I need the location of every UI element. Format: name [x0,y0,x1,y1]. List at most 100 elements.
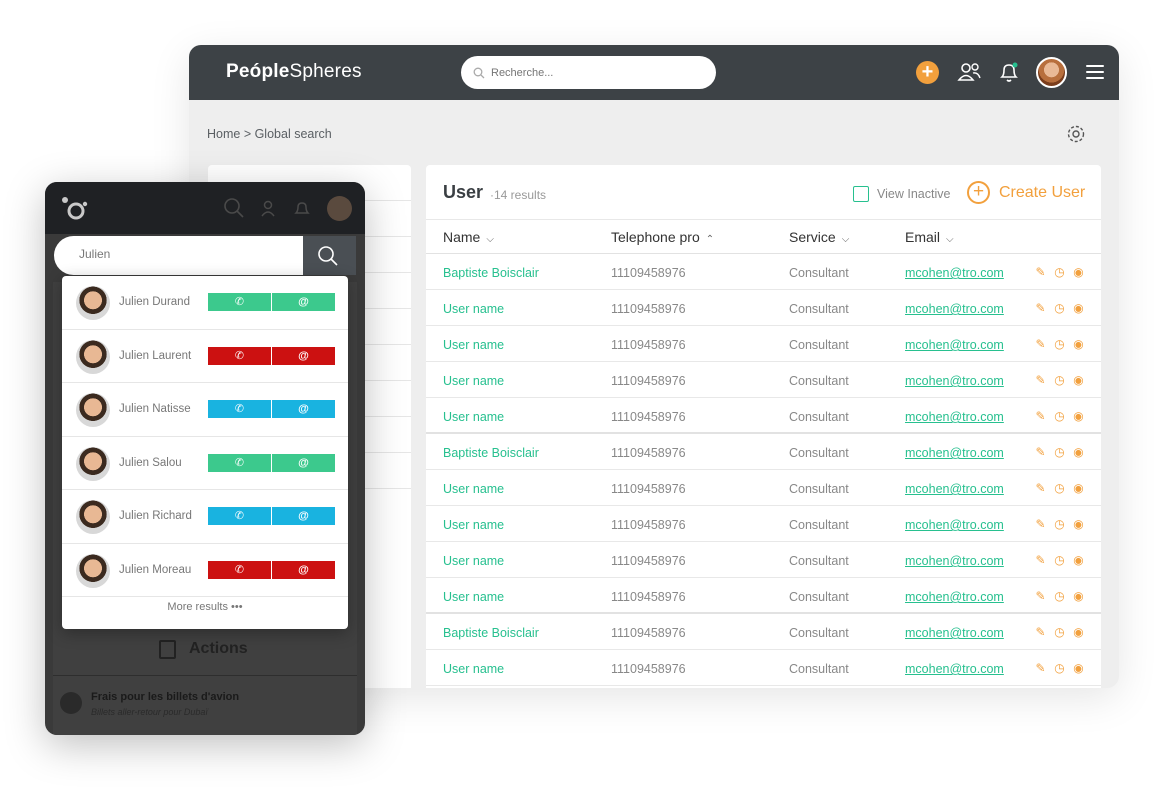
email-link[interactable]: mcohen@tro.com [905,626,1004,640]
users-icon[interactable] [259,197,281,219]
history-icon[interactable]: ◷ [1053,265,1066,279]
menu-icon[interactable] [1086,65,1104,79]
avatar[interactable] [327,196,352,221]
history-icon[interactable]: ◷ [1053,625,1066,639]
column-service[interactable]: Service ⌵ [789,229,849,245]
bell-icon[interactable] [291,197,313,219]
edit-icon[interactable]: ✎ [1034,409,1047,423]
history-icon[interactable]: ◷ [1053,373,1066,387]
edit-icon[interactable]: ✎ [1034,625,1047,639]
call-button[interactable]: ✆ [208,560,272,579]
history-icon[interactable]: ◷ [1053,661,1066,675]
list-item[interactable]: Julien Natisse ✆ @ [62,383,348,437]
user-name-link[interactable]: User name [443,302,504,316]
email-button[interactable]: @ [272,346,335,365]
table-row[interactable]: User name 11109458976 Consultant mcohen@tro… [426,542,1101,578]
view-icon[interactable]: ◉ [1072,625,1085,639]
view-icon[interactable]: ◉ [1072,553,1085,567]
user-name-link[interactable]: User name [443,410,504,424]
edit-icon[interactable]: ✎ [1034,301,1047,315]
email-link[interactable]: mcohen@tro.com [905,338,1004,352]
history-icon[interactable]: ◷ [1053,481,1066,495]
table-row[interactable]: User name 11109458976 Consultant mcohen@tro… [426,398,1101,434]
table-row[interactable]: User name 11109458976 Consultant mcohen@tro… [426,362,1101,398]
email-button[interactable]: @ [272,453,335,472]
table-row[interactable]: Baptiste Boisclair 11109458976 Consultant m… [426,434,1101,470]
history-icon[interactable]: ◷ [1053,337,1066,351]
column-name[interactable]: Name ⌵ [443,229,494,245]
search-bar[interactable] [461,56,716,89]
gear-icon[interactable] [1066,124,1086,144]
email-button[interactable]: @ [272,293,335,311]
call-button[interactable]: ✆ [208,507,272,525]
edit-icon[interactable]: ✎ [1034,661,1047,675]
app-logo[interactable]: PeópleSpheres [226,61,362,83]
history-icon[interactable]: ◷ [1053,589,1066,603]
mobile-search-bar[interactable] [54,236,303,275]
call-button[interactable]: ✆ [208,453,272,472]
table-row[interactable]: Baptiste Boisclair 11109458976 Consultant m… [426,614,1101,650]
email-link[interactable]: mcohen@tro.com [905,446,1004,460]
view-icon[interactable]: ◉ [1072,337,1085,351]
column-telephone[interactable]: Telephone pro ⌃ [611,229,714,245]
view-icon[interactable]: ◉ [1072,589,1085,603]
table-row[interactable]: User name 11109458976 Consultant mcohen@tro… [426,578,1101,614]
user-name-link[interactable]: Baptiste Boisclair [443,266,539,280]
create-user-button[interactable]: Create User [999,184,1085,202]
edit-icon[interactable]: ✎ [1034,445,1047,459]
view-icon[interactable]: ◉ [1072,373,1085,387]
email-link[interactable]: mcohen@tro.com [905,482,1004,496]
list-item[interactable]: Julien Richard ✆ @ [62,490,348,544]
table-row[interactable]: User name 11109458976 Consultant mcohen@tro… [426,650,1101,686]
view-icon[interactable]: ◉ [1072,265,1085,279]
user-name-link[interactable]: User name [443,374,504,388]
table-row[interactable]: User name 11109458976 Consultant mcohen@tro… [426,470,1101,506]
view-icon[interactable]: ◉ [1072,445,1085,459]
user-name-link[interactable]: User name [443,554,504,568]
user-name-link[interactable]: User name [443,662,504,676]
table-row[interactable]: Baptiste Boisclair 11109458976 Consultant m… [426,254,1101,290]
view-icon[interactable]: ◉ [1072,661,1085,675]
history-icon[interactable]: ◷ [1053,553,1066,567]
edit-icon[interactable]: ✎ [1034,373,1047,387]
column-email[interactable]: Email ⌵ [905,229,954,245]
email-link[interactable]: mcohen@tro.com [905,410,1004,424]
avatar[interactable] [1036,57,1067,88]
user-name-link[interactable]: User name [443,338,504,352]
view-inactive-checkbox[interactable] [853,186,869,202]
view-icon[interactable]: ◉ [1072,517,1085,531]
history-icon[interactable]: ◷ [1053,409,1066,423]
call-button[interactable]: ✆ [208,293,272,311]
edit-icon[interactable]: ✎ [1034,553,1047,567]
call-button[interactable]: ✆ [208,400,272,418]
history-icon[interactable]: ◷ [1053,301,1066,315]
action-item-title[interactable]: Frais pour les billets d'avion [91,691,239,703]
view-icon[interactable]: ◉ [1072,409,1085,423]
history-icon[interactable]: ◷ [1053,445,1066,459]
email-link[interactable]: mcohen@tro.com [905,518,1004,532]
table-row[interactable]: User name 11109458976 Consultant mcohen@tro… [426,290,1101,326]
more-results-link[interactable]: More results ••• [62,601,348,613]
user-name-link[interactable]: User name [443,518,504,532]
email-link[interactable]: mcohen@tro.com [905,302,1004,316]
list-item[interactable]: Julien Salou ✆ @ [62,437,348,490]
edit-icon[interactable]: ✎ [1034,481,1047,495]
table-row[interactable]: User name 11109458976 Consultant mcohen@tro… [426,506,1101,542]
search-icon[interactable] [223,197,245,219]
email-link[interactable]: mcohen@tro.com [905,374,1004,388]
list-item[interactable]: Julien Moreau ✆ @ [62,544,348,597]
edit-icon[interactable]: ✎ [1034,265,1047,279]
email-link[interactable]: mcohen@tro.com [905,662,1004,676]
create-user-icon[interactable]: + [967,181,990,204]
user-name-link[interactable]: User name [443,482,504,496]
edit-icon[interactable]: ✎ [1034,337,1047,351]
call-button[interactable]: ✆ [208,346,272,365]
email-link[interactable]: mcohen@tro.com [905,554,1004,568]
email-button[interactable]: @ [272,400,335,418]
list-item[interactable]: Julien Laurent ✆ @ [62,330,348,383]
add-button[interactable]: + [916,61,939,84]
view-icon[interactable]: ◉ [1072,481,1085,495]
table-row[interactable]: User name 11109458976 Consultant mcohen@tro… [426,326,1101,362]
users-icon[interactable] [956,59,982,85]
edit-icon[interactable]: ✎ [1034,517,1047,531]
